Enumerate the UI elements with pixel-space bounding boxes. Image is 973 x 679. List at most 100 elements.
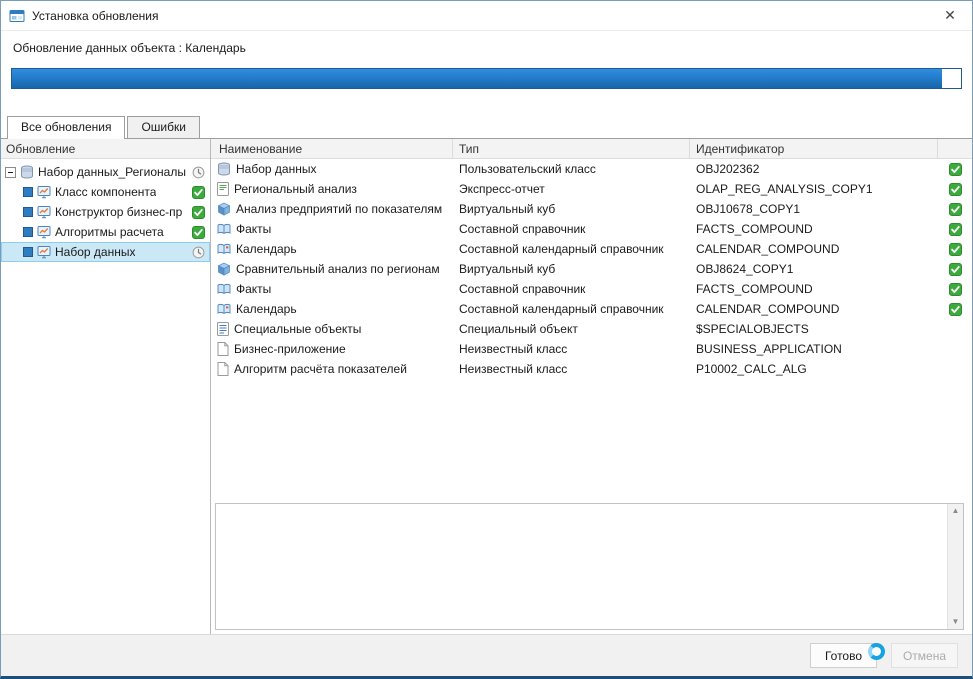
- titlebar[interactable]: Установка обновления ✕: [1, 1, 972, 31]
- row-id: P10002_CALC_ALG: [690, 362, 938, 376]
- table-row[interactable]: Набор данныхПользовательский классOBJ202…: [211, 159, 972, 179]
- column-header-name[interactable]: Наименование: [211, 139, 453, 158]
- scroll-down-icon[interactable]: [952, 617, 960, 627]
- row-name: Анализ предприятий по показателям: [236, 202, 442, 216]
- dataset-stack-icon: [217, 162, 231, 176]
- blue-box-icon: [23, 187, 33, 197]
- row-type: Пользовательский класс: [453, 162, 690, 176]
- check-icon: [949, 283, 962, 296]
- blue-box-icon: [23, 227, 33, 237]
- table-row[interactable]: Алгоритм расчёта показателей Неизвестный …: [211, 359, 972, 379]
- check-icon: [949, 303, 962, 316]
- report-icon: [217, 182, 229, 196]
- footer-bar: Готово Отмена: [1, 634, 972, 676]
- tree-item-label: Алгоритмы расчета: [55, 225, 164, 239]
- row-status: [938, 283, 972, 296]
- progress-fill: [12, 69, 942, 88]
- tab-all-updates[interactable]: Все обновления: [7, 116, 125, 139]
- done-button[interactable]: Готово: [810, 643, 877, 668]
- tree-item-label: Набор данных: [55, 245, 135, 259]
- row-status: [938, 183, 972, 196]
- check-icon: [949, 243, 962, 256]
- table-row[interactable]: Календарь Составной календарный справочни…: [211, 239, 972, 259]
- app-icon: [9, 8, 25, 24]
- special-doc-icon: [217, 322, 229, 336]
- row-name: Специальные объекты: [234, 322, 361, 336]
- row-type: Составной календарный справочник: [453, 242, 690, 256]
- table-header: Наименование Тип Идентификатор: [211, 139, 972, 159]
- row-name: Факты: [236, 222, 271, 236]
- table-row[interactable]: ФактыСоставной справочникFACTS_COMPOUND: [211, 219, 972, 239]
- row-name: Календарь: [236, 302, 297, 316]
- tree-item[interactable]: Набор данных_Регионалы: [1, 162, 210, 182]
- tree-item[interactable]: Класс компонента: [1, 182, 210, 202]
- status-label: Обновление данных объекта : Календарь: [13, 41, 960, 55]
- check-icon: [949, 263, 962, 276]
- tree-item[interactable]: Алгоритмы расчета: [1, 222, 210, 242]
- tree-item-label: Набор данных_Регионалы: [38, 165, 186, 179]
- table-row[interactable]: Специальные объектыСпециальный объект$SP…: [211, 319, 972, 339]
- column-header-type[interactable]: Тип: [453, 139, 690, 158]
- check-icon: [192, 226, 205, 239]
- cancel-button: Отмена: [891, 643, 958, 668]
- blue-box-icon: [23, 207, 33, 217]
- expand-minus-icon[interactable]: [5, 167, 16, 178]
- message-area[interactable]: [215, 503, 964, 630]
- row-type: Экспресс-отчет: [453, 182, 690, 196]
- tree-item[interactable]: Набор данных: [1, 242, 210, 262]
- dataset-stack-icon: [20, 165, 34, 179]
- check-icon: [192, 186, 205, 199]
- book-icon: [217, 282, 231, 296]
- row-status: [938, 203, 972, 216]
- check-icon: [949, 163, 962, 176]
- row-name: Алгоритм расчёта показателей: [234, 362, 407, 376]
- close-button[interactable]: ✕: [928, 1, 972, 30]
- calendar-icon: [217, 242, 231, 256]
- row-type: Виртуальный куб: [453, 262, 690, 276]
- table-row[interactable]: Сравнительный анализ по регионам Виртуаль…: [211, 259, 972, 279]
- tab-strip: Все обновления Ошибки: [1, 116, 972, 139]
- scroll-up-icon[interactable]: [952, 506, 960, 516]
- tab-errors[interactable]: Ошибки: [127, 116, 200, 138]
- column-header-id[interactable]: Идентификатор: [690, 139, 938, 158]
- window-title: Установка обновления: [32, 9, 159, 23]
- tree-item[interactable]: Конструктор бизнес-пр: [1, 202, 210, 222]
- table-row[interactable]: Анализ предприятий по показателямВиртуал…: [211, 199, 972, 219]
- page-icon: [217, 362, 229, 376]
- component-icon: [37, 245, 51, 259]
- check-icon: [949, 203, 962, 216]
- component-icon: [37, 205, 51, 219]
- tree: Набор данных_Регионалы Класс компонентаКо…: [1, 159, 210, 634]
- message-scrollbar[interactable]: [947, 504, 963, 629]
- tree-column-header: Обновление: [1, 139, 210, 159]
- row-id: FACTS_COMPOUND: [690, 282, 938, 296]
- cube-icon: [217, 262, 231, 276]
- table-rows: Набор данныхПользовательский классOBJ202…: [211, 159, 972, 499]
- table-row[interactable]: ФактыСоставной справочникFACTS_COMPOUND: [211, 279, 972, 299]
- page-icon: [217, 342, 229, 356]
- progress-bar: [11, 68, 962, 89]
- row-id: CALENDAR_COMPOUND: [690, 242, 938, 256]
- component-icon: [37, 185, 51, 199]
- main-area: Обновление Набор данных_Регионалы Класс к…: [1, 139, 972, 634]
- row-name: Календарь: [236, 242, 297, 256]
- row-status: [938, 263, 972, 276]
- row-type: Специальный объект: [453, 322, 690, 336]
- row-name: Сравнительный анализ по регионам: [236, 262, 440, 276]
- row-type: Составной справочник: [453, 222, 690, 236]
- row-id: OLAP_REG_ANALYSIS_COPY1: [690, 182, 938, 196]
- check-icon: [949, 183, 962, 196]
- calendar-icon: [217, 302, 231, 316]
- row-type: Неизвестный класс: [453, 362, 690, 376]
- row-id: BUSINESS_APPLICATION: [690, 342, 938, 356]
- row-status: [938, 163, 972, 176]
- table-row[interactable]: Региональный анализЭкспресс-отчетOLAP_RE…: [211, 179, 972, 199]
- check-icon: [949, 223, 962, 236]
- cube-icon: [217, 202, 231, 216]
- row-name: Набор данных: [236, 162, 316, 176]
- table-row[interactable]: Календарь Составной календарный справочни…: [211, 299, 972, 319]
- row-id: OBJ8624_COPY1: [690, 262, 938, 276]
- row-type: Составной календарный справочник: [453, 302, 690, 316]
- table-row[interactable]: Бизнес-приложениеНеизвестный классBUSINE…: [211, 339, 972, 359]
- loading-spinner-icon: [868, 643, 885, 660]
